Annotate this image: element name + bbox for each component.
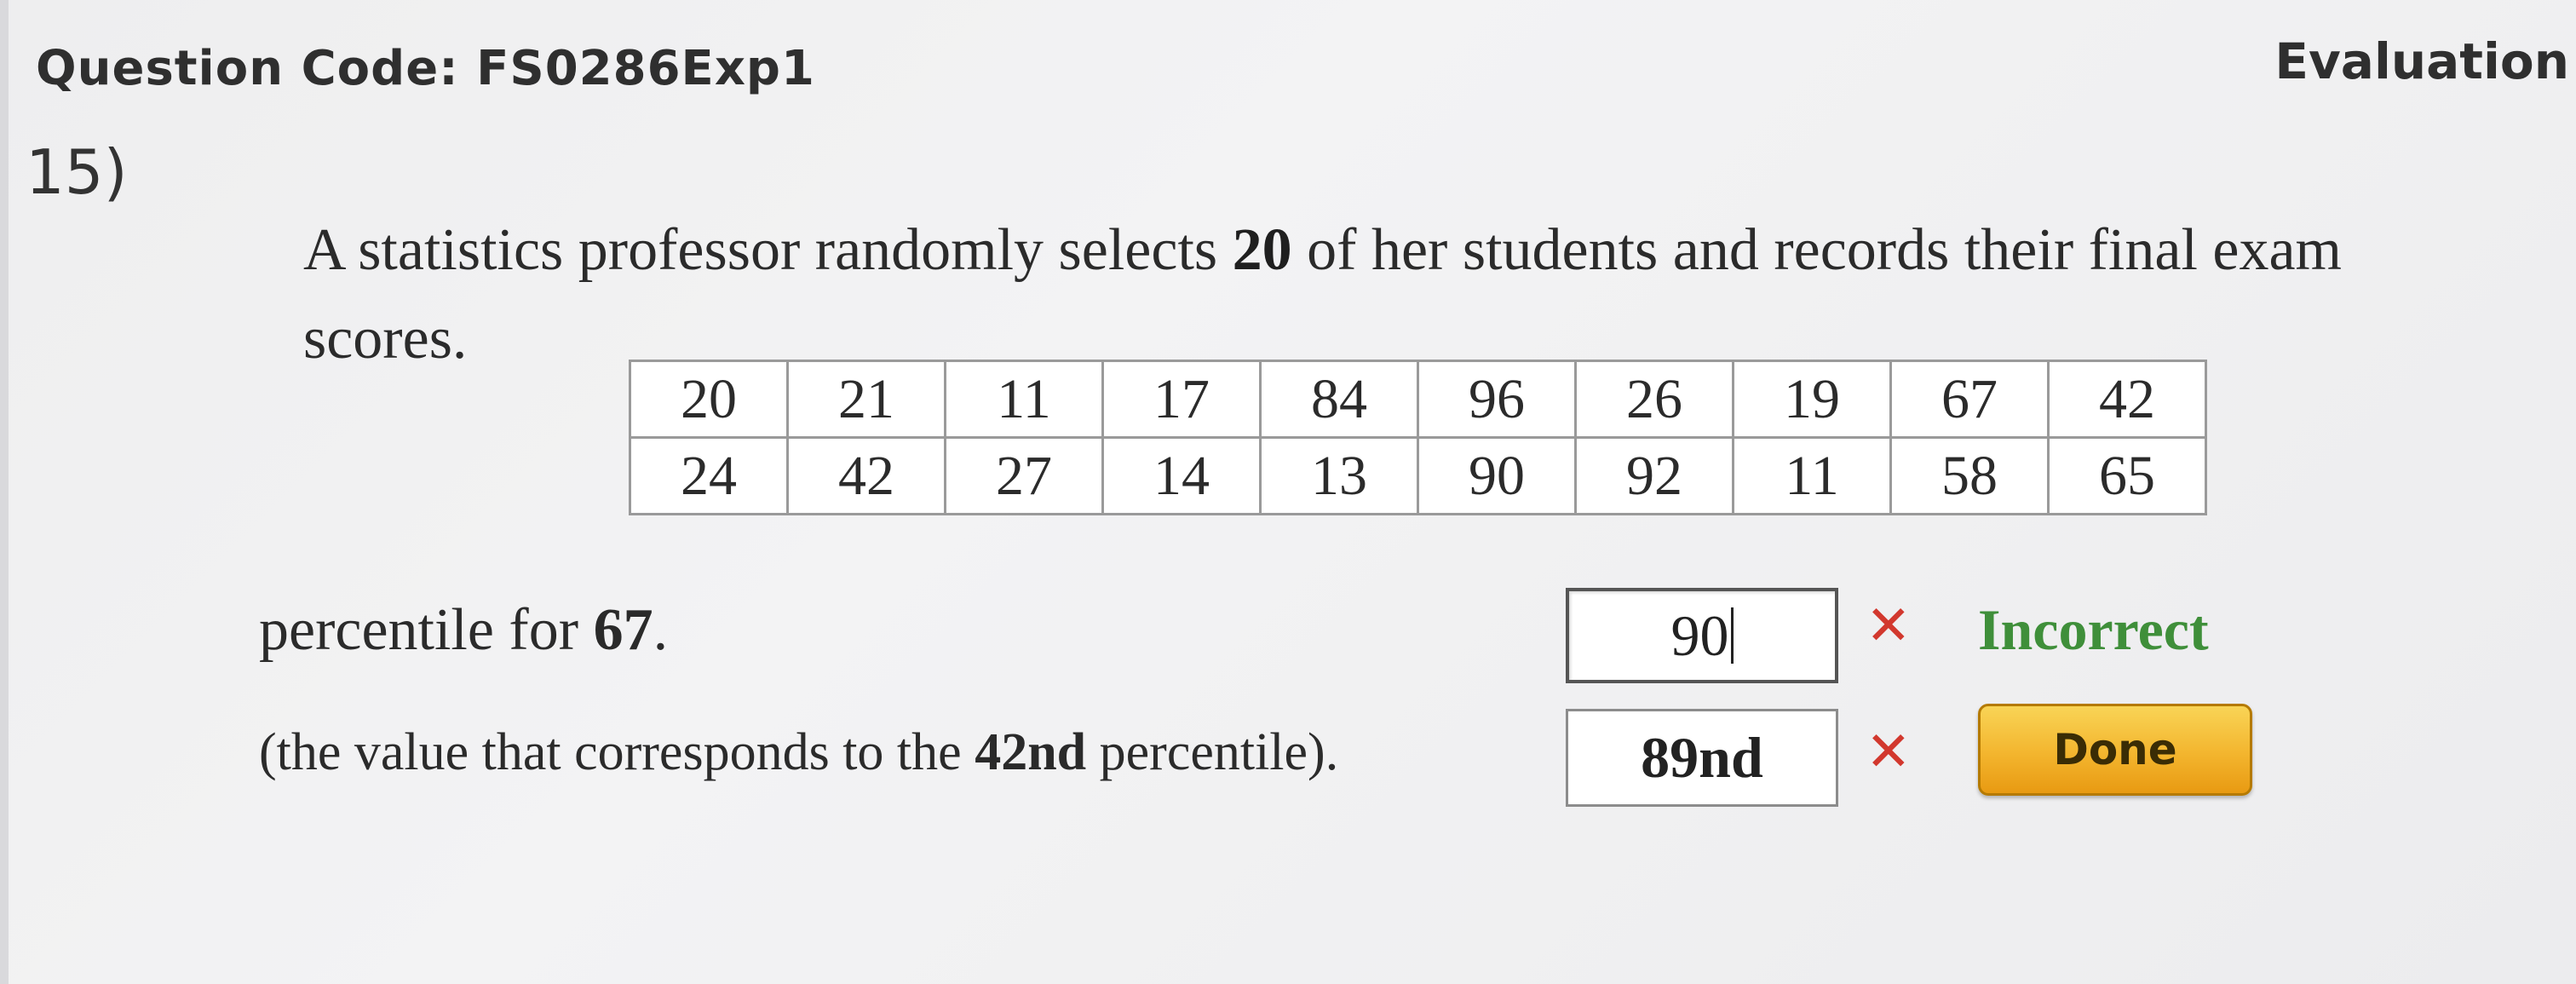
part1-prompt-after: . (653, 597, 669, 663)
table-row: 20 21 11 17 84 96 26 19 67 42 (629, 360, 2207, 439)
done-button[interactable]: Done (1978, 704, 2252, 796)
question-code: Question Code: FS0286Exp1 (36, 41, 815, 96)
table-cell: 92 (1574, 436, 1734, 515)
table-cell: 65 (2047, 436, 2207, 515)
table-cell: 13 (1259, 436, 1419, 515)
table-cell: 90 (1417, 436, 1577, 515)
part2-percentile: 42nd (975, 723, 1087, 781)
window-edge (0, 0, 9, 984)
table-cell: 21 (786, 360, 946, 439)
table-cell: 19 (1732, 360, 1892, 439)
table-cell: 26 (1574, 360, 1734, 439)
incorrect-x-icon: ✕ (1866, 721, 1912, 784)
part2-prompt: (the value that corresponds to the 42nd … (259, 722, 1338, 783)
table-row: 24 42 27 14 13 90 92 11 58 65 (629, 436, 2207, 515)
part1-prompt-before: percentile for (259, 597, 594, 663)
part2-answer-input[interactable]: 89nd (1566, 709, 1838, 807)
incorrect-label: Incorrect (1978, 597, 2209, 662)
incorrect-x-icon: ✕ (1866, 595, 1912, 658)
problem-text-before: A statistics professor randomly selects (303, 217, 1233, 283)
table-cell: 11 (944, 360, 1104, 439)
evaluation-label: Evaluation (2274, 32, 2569, 90)
part2-answer-value: 89nd (1641, 725, 1763, 790)
table-cell: 27 (944, 436, 1104, 515)
table-cell: 42 (2047, 360, 2207, 439)
part1-value: 67 (593, 597, 653, 663)
table-cell: 84 (1259, 360, 1419, 439)
part2-prompt-before: (the value that corresponds to the (259, 723, 975, 781)
table-cell: 14 (1101, 436, 1262, 515)
table-cell: 11 (1732, 436, 1892, 515)
table-cell: 96 (1417, 360, 1577, 439)
table-cell: 20 (629, 360, 789, 439)
problem-statement: A statistics professor randomly selects … (303, 206, 2518, 383)
sample-size: 20 (1232, 217, 1292, 283)
table-cell: 58 (1889, 436, 2050, 515)
part1-answer-value: 90 (1670, 602, 1729, 668)
part2-prompt-after: percentile). (1086, 723, 1339, 781)
table-cell: 42 (786, 436, 946, 515)
question-number: 15) (26, 136, 128, 208)
scores-table: 20 21 11 17 84 96 26 19 67 42 24 42 27 14 13 90 92 11 58 65 (629, 360, 2207, 515)
table-cell: 17 (1101, 360, 1262, 439)
part1-prompt: percentile for 67. (259, 596, 668, 665)
table-cell: 24 (629, 436, 789, 515)
part1-answer-input[interactable]: 90 (1566, 588, 1838, 683)
table-cell: 67 (1889, 360, 2050, 439)
text-caret (1730, 607, 1734, 664)
